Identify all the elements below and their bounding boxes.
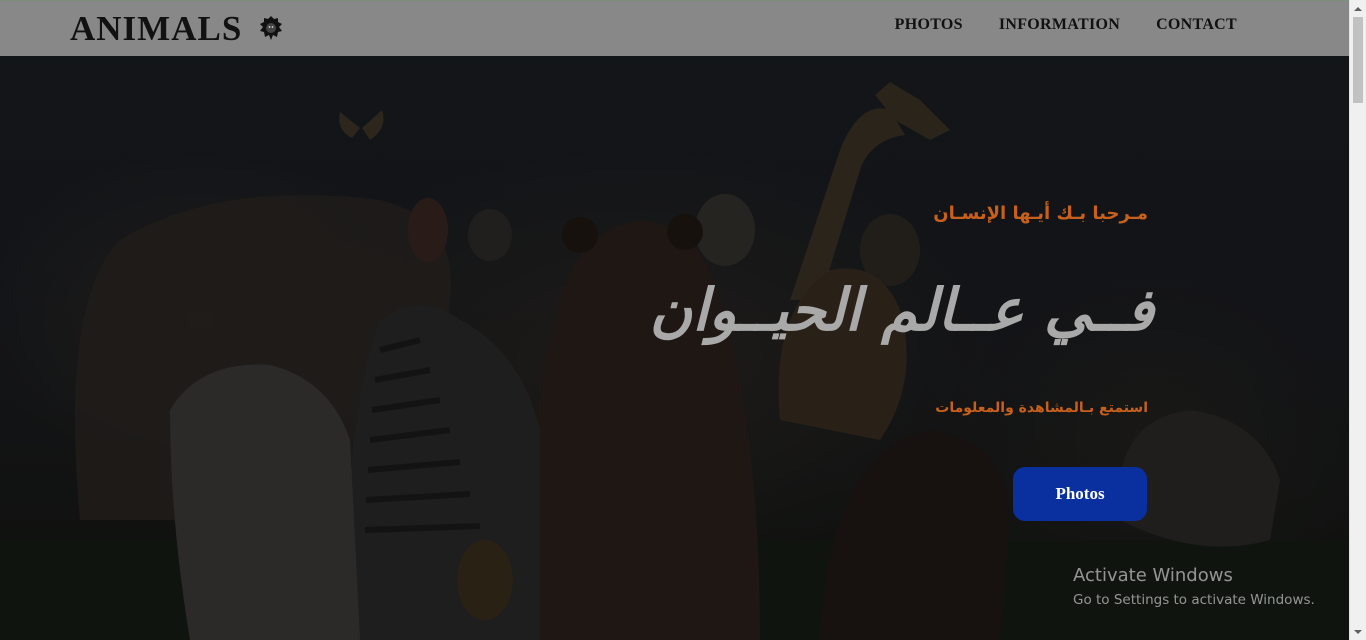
photos-button[interactable]: Photos — [1013, 467, 1147, 521]
vertical-scrollbar[interactable] — [1349, 0, 1366, 640]
scroll-up-arrow-icon[interactable] — [1350, 0, 1366, 17]
welcome-text: مـرحبا بـك أيـها الإنسـان — [933, 203, 1148, 224]
nav-link-information[interactable]: INFORMATION — [999, 16, 1120, 34]
watermark-title: Activate Windows — [1073, 565, 1233, 586]
nav-link-photos[interactable]: PHOTOS — [895, 16, 963, 34]
watermark-subtitle: Go to Settings to activate Windows. — [1073, 592, 1315, 608]
activate-windows-watermark: Activate Windows Go to Settings to activ… — [1073, 565, 1315, 610]
page: ANIMALS PHOTOS INFORMATION CONTACT مـرحب… — [0, 0, 1366, 640]
nav-link-contact[interactable]: CONTACT — [1156, 16, 1237, 34]
brand-logo-text[interactable]: ANIMALS — [70, 9, 242, 49]
top-navbar: ANIMALS PHOTOS INFORMATION CONTACT — [0, 0, 1349, 56]
hero-subline: استمتع بـالمشاهدة والمعلومات — [935, 400, 1148, 416]
hero-headline: فــي عــالم الحيــوان — [649, 276, 1154, 344]
lion-head-icon — [260, 16, 282, 40]
nav-links: PHOTOS INFORMATION CONTACT — [895, 16, 1237, 34]
scroll-down-arrow-icon[interactable] — [1350, 623, 1366, 640]
scrollbar-thumb[interactable] — [1353, 17, 1363, 103]
